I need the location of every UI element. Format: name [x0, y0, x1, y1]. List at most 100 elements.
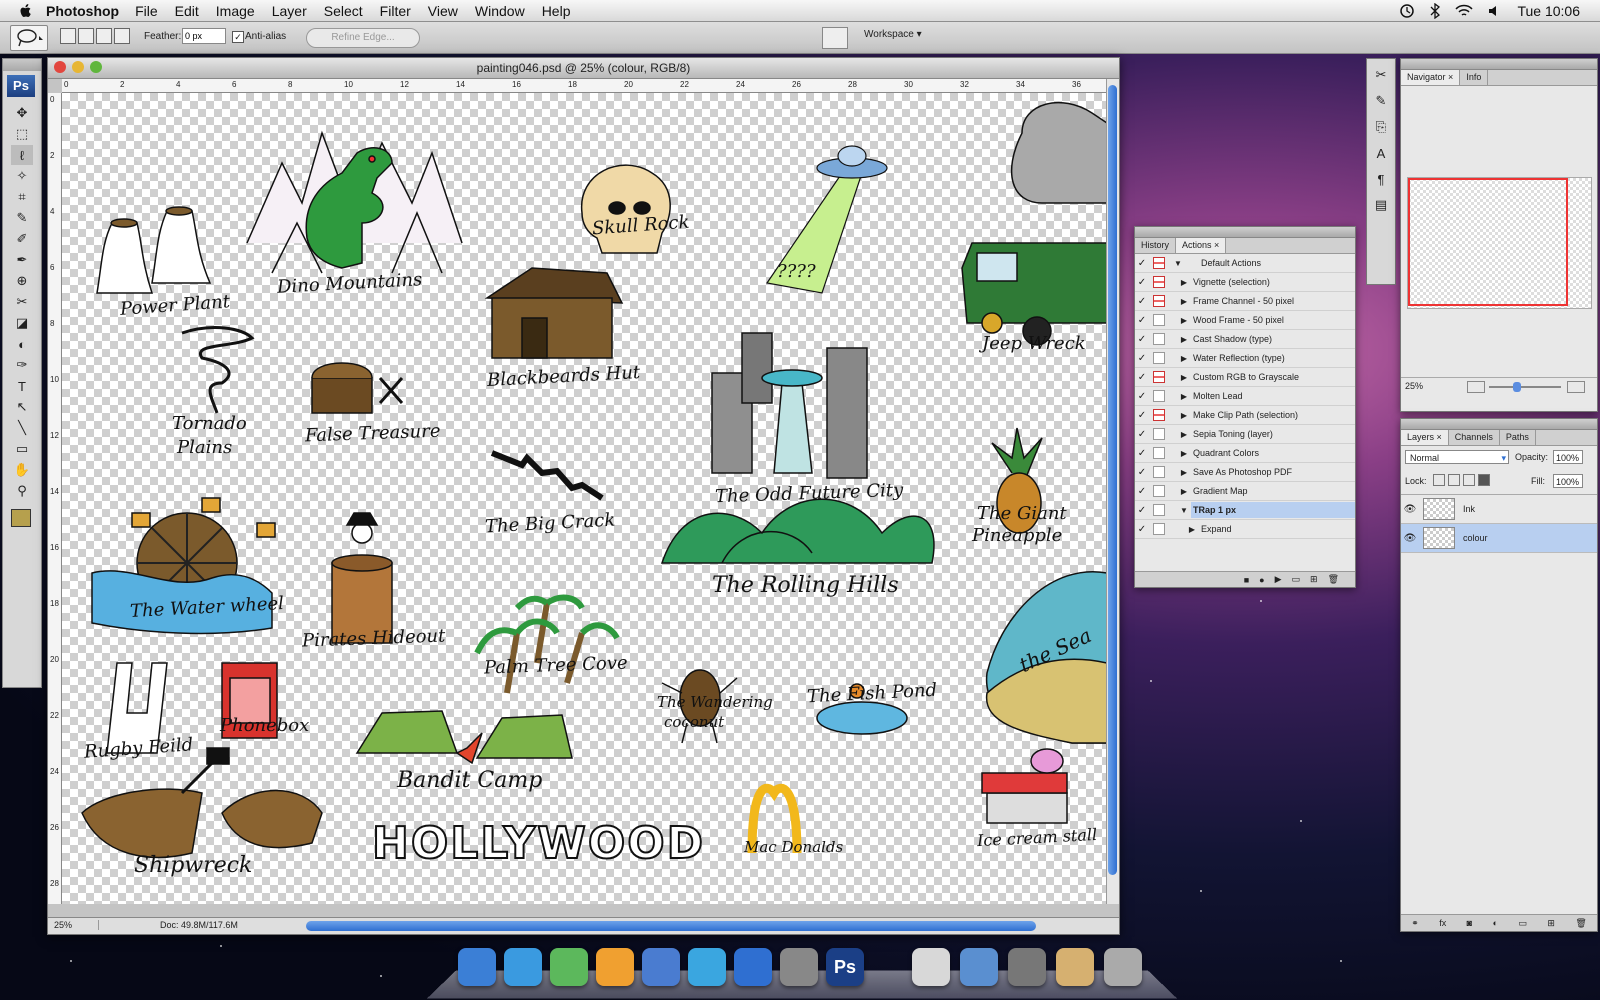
action-enabled-checkmark-icon[interactable]: ✓: [1135, 505, 1149, 516]
zoom-level-field[interactable]: 25%: [54, 920, 99, 930]
word-icon[interactable]: [642, 948, 680, 986]
app-menu-photoshop[interactable]: Photoshop: [46, 3, 119, 19]
tab-actions[interactable]: Actions ×: [1176, 238, 1227, 253]
action-enabled-checkmark-icon[interactable]: ✓: [1135, 410, 1149, 421]
expand-triangle-icon[interactable]: ▶: [1177, 278, 1191, 287]
zoom-tool-icon[interactable]: ⚲: [11, 481, 33, 501]
adjustment-layer-icon[interactable]: ◐: [1493, 918, 1498, 928]
action-row[interactable]: ✓ ▶ Molten Lead: [1135, 387, 1355, 406]
applications-folder-icon[interactable]: [960, 948, 998, 986]
menu-help[interactable]: Help: [542, 3, 571, 19]
expand-triangle-icon[interactable]: ▶: [1177, 354, 1191, 363]
path-selection-tool-icon[interactable]: ↖: [11, 397, 33, 417]
zoom-out-icon[interactable]: [1467, 381, 1485, 393]
pictures-icon[interactable]: [1056, 948, 1094, 986]
action-row[interactable]: ✓ ▶ Gradient Map: [1135, 482, 1355, 501]
brush-tool-icon[interactable]: ✒: [11, 250, 33, 270]
anti-alias-checkbox[interactable]: ✓: [232, 31, 244, 43]
crop-tool-icon[interactable]: ⌗: [11, 187, 33, 207]
expand-triangle-icon[interactable]: ▶: [1177, 449, 1191, 458]
lock-pixels-icon[interactable]: [1448, 474, 1460, 486]
front-row-icon[interactable]: [734, 948, 772, 986]
expand-triangle-icon[interactable]: ▶: [1177, 316, 1191, 325]
action-dialog-toggle[interactable]: [1153, 276, 1165, 288]
navigator-panel-header[interactable]: [1401, 59, 1597, 70]
volume-icon[interactable]: [1487, 4, 1503, 18]
action-dialog-toggle[interactable]: [1153, 428, 1165, 440]
navigator-zoom-value[interactable]: 25%: [1405, 381, 1423, 391]
healing-brush-tool-icon[interactable]: ✐: [11, 229, 33, 249]
lock-position-icon[interactable]: [1463, 474, 1475, 486]
action-enabled-checkmark-icon[interactable]: ✓: [1135, 315, 1149, 326]
lasso-tool-icon[interactable]: ℓ: [11, 145, 33, 165]
hand-tool-icon[interactable]: ✋: [11, 460, 33, 480]
action-dialog-toggle[interactable]: [1153, 466, 1165, 478]
character-icon[interactable]: A: [1370, 143, 1392, 163]
navigator-preview[interactable]: [1407, 177, 1592, 309]
trash-icon[interactable]: 🗑: [1575, 918, 1586, 929]
opacity-field[interactable]: 100%: [1553, 450, 1583, 464]
pen-tool-icon[interactable]: ✑: [11, 355, 33, 375]
minimize-icon[interactable]: [72, 61, 84, 73]
menu-filter[interactable]: Filter: [380, 3, 411, 19]
expand-triangle-icon[interactable]: ▶: [1177, 297, 1191, 306]
expand-triangle-icon[interactable]: ▶: [1177, 411, 1191, 420]
horizontal-scrollbar[interactable]: [306, 921, 1036, 931]
menu-layer[interactable]: Layer: [272, 3, 307, 19]
time-machine-icon[interactable]: [1399, 3, 1415, 19]
menu-view[interactable]: View: [428, 3, 458, 19]
canvas[interactable]: Dino Mountains Skull Rock ???? Power Pla…: [62, 93, 1107, 904]
close-icon[interactable]: ×: [1437, 432, 1442, 442]
new-selection-mode-button[interactable]: [60, 28, 76, 44]
pages-icon[interactable]: [596, 948, 634, 986]
tab-info[interactable]: Info: [1460, 70, 1489, 85]
feather-input[interactable]: [182, 28, 226, 44]
tab-paths[interactable]: Paths: [1500, 430, 1536, 445]
new-action-icon[interactable]: ⊞: [1310, 574, 1318, 585]
action-dialog-toggle[interactable]: [1153, 523, 1165, 535]
system-preferences-icon[interactable]: [780, 948, 818, 986]
menu-edit[interactable]: Edit: [175, 3, 199, 19]
wifi-icon[interactable]: [1455, 4, 1474, 18]
action-dialog-toggle[interactable]: [1153, 257, 1165, 269]
close-icon[interactable]: ×: [1448, 72, 1453, 82]
action-row[interactable]: ✓ ▶ Cast Shadow (type): [1135, 330, 1355, 349]
tab-layers[interactable]: Layers ×: [1401, 430, 1449, 445]
action-row[interactable]: ✓ ▶ Expand: [1135, 520, 1355, 539]
layer-style-icon[interactable]: fx: [1439, 918, 1446, 928]
action-row[interactable]: ✓ ▶ Sepia Toning (layer): [1135, 425, 1355, 444]
workspace-menu[interactable]: Workspace ▾: [864, 29, 922, 40]
menu-window[interactable]: Window: [475, 3, 525, 19]
menu-image[interactable]: Image: [216, 3, 255, 19]
action-row[interactable]: ✓ ▶ Custom RGB to Grayscale: [1135, 368, 1355, 387]
fill-field[interactable]: 100%: [1553, 474, 1583, 488]
expand-triangle-icon[interactable]: ▶: [1177, 335, 1191, 344]
tab-navigator[interactable]: Navigator ×: [1401, 70, 1461, 85]
vertical-ruler[interactable]: 0 2 4 6 8 10 12 14 16 18 20 22 24 26 28: [48, 93, 62, 904]
navigator-zoom-slider-thumb[interactable]: [1513, 382, 1521, 392]
finder-icon[interactable]: [458, 948, 496, 986]
eraser-tool-icon[interactable]: ✂: [11, 292, 33, 312]
expand-triangle-icon[interactable]: ▶: [1177, 468, 1191, 477]
lasso-tool-preset-button[interactable]: [10, 25, 48, 51]
expand-triangle-icon[interactable]: ▶: [1177, 392, 1191, 401]
tool-presets-icon[interactable]: ✂: [1370, 65, 1392, 85]
clone-source-icon[interactable]: ⎘: [1370, 117, 1392, 137]
action-row[interactable]: ✓ ▶ Quadrant Colors: [1135, 444, 1355, 463]
action-row[interactable]: ✓ ▶ Save As Photoshop PDF: [1135, 463, 1355, 482]
layers-panel-header[interactable]: [1401, 419, 1597, 430]
brushes-icon[interactable]: ✎: [1370, 91, 1392, 111]
eye-icon[interactable]: 👁: [1401, 504, 1419, 515]
stop-icon[interactable]: ■: [1244, 575, 1249, 585]
foreground-color-swatch[interactable]: [11, 509, 31, 527]
action-enabled-checkmark-icon[interactable]: ✓: [1135, 353, 1149, 364]
horizontal-ruler[interactable]: 0 2 4 6 8 10 12 14 16 18 20 22 24 26 28 30 32 34 36: [62, 79, 1107, 93]
preview-icon[interactable]: [912, 948, 950, 986]
action-dialog-toggle[interactable]: [1153, 409, 1165, 421]
line-tool-icon[interactable]: ╲: [11, 418, 33, 438]
dodge-tool-icon[interactable]: ◐: [11, 334, 33, 354]
close-icon[interactable]: [54, 61, 66, 73]
move-tool-icon[interactable]: ✥: [11, 103, 33, 123]
action-row[interactable]: ✓ ▶ Water Reflection (type): [1135, 349, 1355, 368]
zoom-in-icon[interactable]: [1567, 381, 1585, 393]
